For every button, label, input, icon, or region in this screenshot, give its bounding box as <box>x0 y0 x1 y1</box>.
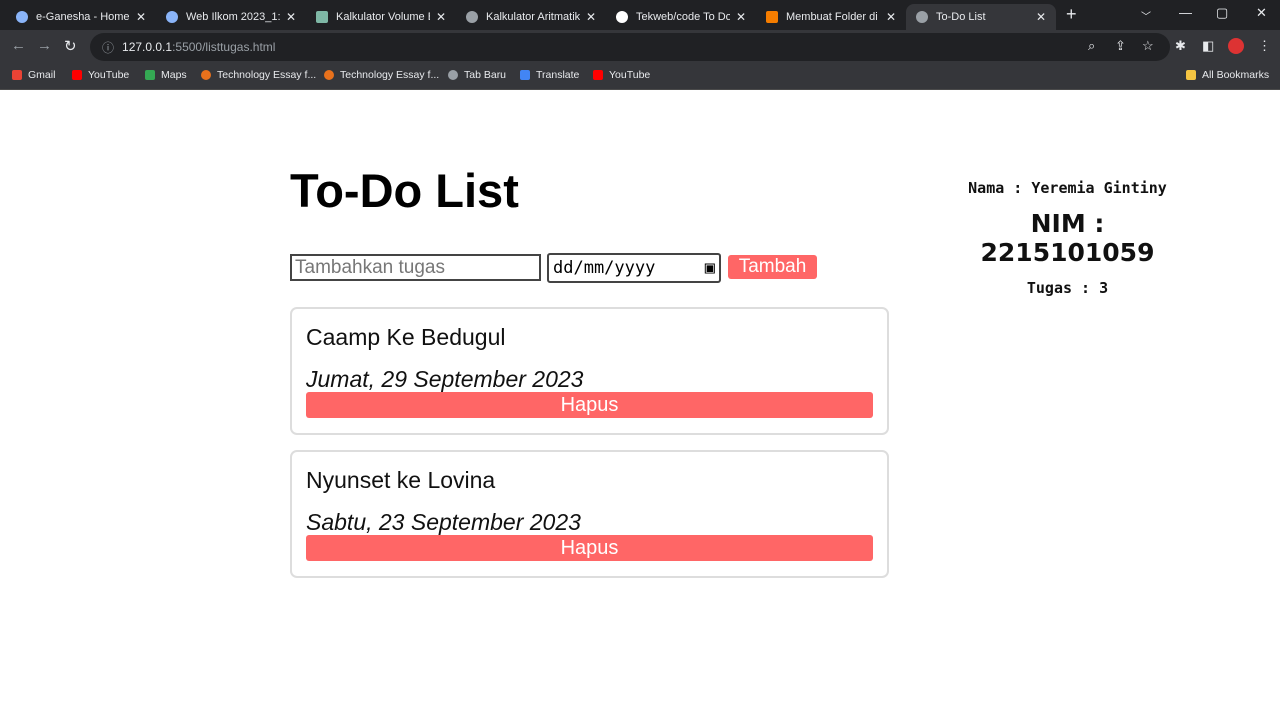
globe-icon <box>466 11 478 23</box>
tab[interactable]: e-Ganesha - Home ✕ <box>6 4 156 30</box>
close-tab-icon[interactable]: ✕ <box>586 10 596 24</box>
student-name: Nama : Yeremia Gintiny <box>968 179 1167 197</box>
folder-icon <box>1186 70 1196 80</box>
task-count: Tugas : 3 <box>1026 279 1109 297</box>
tab[interactable]: Web Ilkom 2023_1: Tu✕ <box>156 4 306 30</box>
task-date: Sabtu, 23 September 2023 <box>306 509 581 535</box>
zoom-icon[interactable]: ⌕ <box>1088 38 1095 54</box>
menu-icon[interactable]: ⋮ <box>1258 38 1271 54</box>
date-input[interactable]: dd/mm/yyyy ▣ <box>547 253 721 283</box>
close-tab-icon[interactable]: ✕ <box>136 10 146 24</box>
back-icon[interactable]: ← <box>11 37 26 54</box>
reload-icon[interactable]: ↻ <box>64 37 77 55</box>
v-icon <box>324 70 334 80</box>
delete-task-button[interactable]: Hapus <box>306 535 873 561</box>
bookmark[interactable]: YouTube <box>72 69 129 81</box>
translate-icon <box>520 70 530 80</box>
bookmark[interactable]: Tab Baru <box>448 69 506 81</box>
tab-search-icon[interactable]: ﹀ <box>1141 8 1151 23</box>
globe-icon <box>916 11 928 23</box>
add-task-button[interactable]: Tambah <box>728 255 817 279</box>
bookmarks-bar: Gmail YouTube Maps Technology Essay f...… <box>0 63 1280 90</box>
youtube-icon <box>593 70 603 80</box>
tab[interactable]: Kalkulator Volume Ba✕ <box>306 4 456 30</box>
calendar-icon[interactable]: ▣ <box>705 258 715 278</box>
tab-strip: e-Ganesha - Home✕ Web Ilkom 2023_1: Tu✕ … <box>0 0 1280 30</box>
student-nim: NIM : 2215101059 <box>980 209 1155 267</box>
site-icon <box>16 11 28 23</box>
bookmark[interactable]: Translate <box>520 69 579 81</box>
tab[interactable]: Membuat Folder di R ✕ <box>756 4 906 30</box>
new-tab-button[interactable]: + <box>1066 4 1077 25</box>
v-icon <box>201 70 211 80</box>
avatar[interactable] <box>1228 38 1244 54</box>
bookmark[interactable]: Technology Essay f... <box>324 69 439 81</box>
all-bookmarks[interactable]: All Bookmarks <box>1186 69 1269 81</box>
close-tab-icon[interactable]: ✕ <box>436 10 446 24</box>
github-icon <box>616 11 628 23</box>
close-tab-icon[interactable]: ✕ <box>886 10 896 24</box>
extensions-icon[interactable]: ✱ <box>1175 38 1186 54</box>
globe-icon <box>448 70 458 80</box>
tab-active[interactable]: To-Do List ✕ <box>906 4 1056 30</box>
maximize-button[interactable]: ▢ <box>1216 5 1228 21</box>
tab[interactable]: Kalkulator Aritmatika ✕ <box>456 4 606 30</box>
blogger-icon <box>766 11 778 23</box>
maps-icon <box>145 70 155 80</box>
close-window-button[interactable]: ✕ <box>1256 5 1267 21</box>
bookmark[interactable]: Technology Essay f... <box>201 69 316 81</box>
bookmark[interactable]: Gmail <box>12 69 55 81</box>
gmail-icon <box>12 70 22 80</box>
bookmark[interactable]: Maps <box>145 69 187 81</box>
site-icon <box>316 11 328 23</box>
task-date: Jumat, 29 September 2023 <box>306 366 584 392</box>
delete-task-button[interactable]: Hapus <box>306 392 873 418</box>
toolbar: ← → ↻ ⓘ 127.0.0.1:5500/listtugas.html ⌕ … <box>0 30 1280 63</box>
task-name: Caamp Ke Bedugul <box>306 324 506 350</box>
star-icon[interactable]: ☆ <box>1142 38 1154 54</box>
bookmark[interactable]: YouTube <box>593 69 650 81</box>
task-card: Nyunset ke Lovina Sabtu, 23 September 20… <box>290 450 889 578</box>
side-panel-icon[interactable]: ◧ <box>1202 38 1214 54</box>
share-icon[interactable]: ⇪ <box>1115 38 1126 54</box>
task-card: Caamp Ke Bedugul Jumat, 29 September 202… <box>290 307 889 435</box>
student-info: Nama : Yeremia Gintiny NIM : 2215101059 … <box>940 179 1195 297</box>
forward-icon[interactable]: → <box>37 37 52 54</box>
page-title: To-Do List <box>290 164 519 217</box>
task-name: Nyunset ke Lovina <box>306 467 496 493</box>
site-icon <box>166 11 178 23</box>
close-tab-icon[interactable]: ✕ <box>286 10 296 24</box>
close-tab-icon[interactable]: ✕ <box>736 10 746 24</box>
youtube-icon <box>72 70 82 80</box>
task-input[interactable] <box>290 254 541 281</box>
info-icon: ⓘ <box>102 40 115 55</box>
close-tab-icon[interactable]: ✕ <box>1036 10 1046 24</box>
page-content: To-Do List dd/mm/yyyy▣ Tambah Caamp Ke B… <box>0 91 1280 720</box>
address-bar[interactable]: ⓘ 127.0.0.1:5500/listtugas.html <box>90 33 1170 61</box>
tab[interactable]: Tekweb/code To Do Li✕ <box>606 4 756 30</box>
minimize-button[interactable]: — <box>1179 5 1192 20</box>
